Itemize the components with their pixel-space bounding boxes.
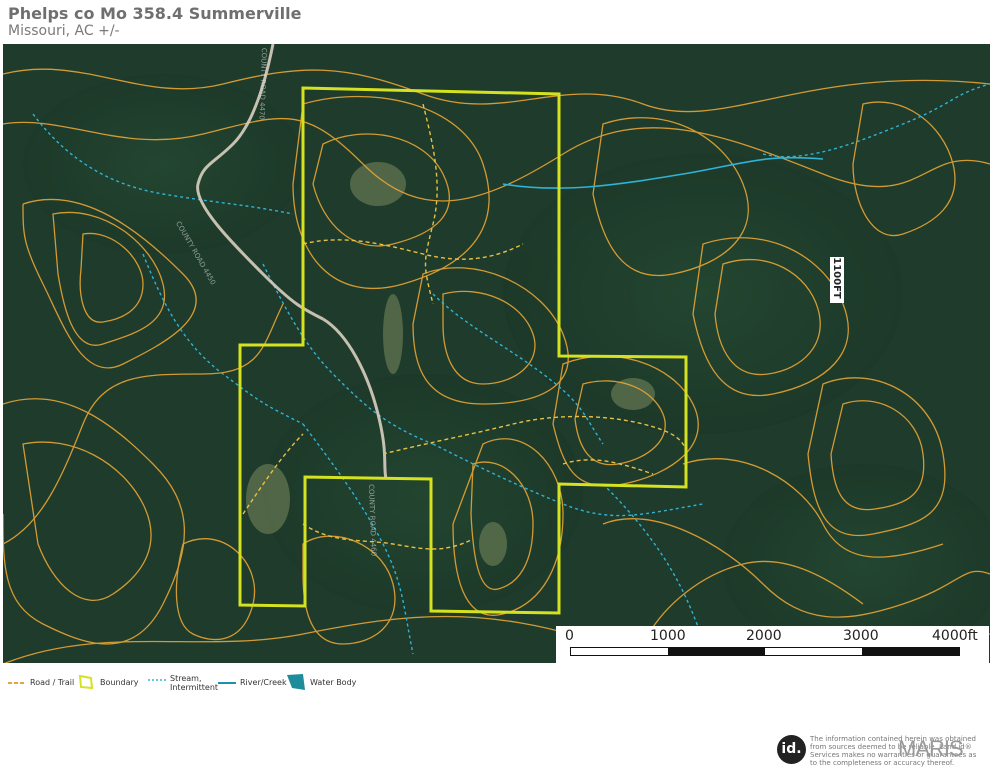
- scale-bar-segments: [570, 647, 960, 656]
- map-subtitle: Missouri, AC +/-: [8, 23, 120, 39]
- map-canvas: [3, 44, 990, 663]
- maris-watermark: MARIS: [898, 736, 964, 761]
- map-title: Phelps co Mo 358.4 Summerville: [8, 4, 302, 23]
- land-id-logo: id.: [777, 735, 806, 764]
- boundary-polygon-icon: [78, 674, 94, 690]
- aerial-map[interactable]: 1100FT COUNTY ROAD 4450 COUNTY ROAD 4460…: [3, 44, 990, 663]
- scale-label-0: 0: [565, 628, 574, 644]
- elevation-label: 1100FT: [831, 257, 842, 299]
- river-line-icon: [218, 682, 236, 684]
- scale-label-3000: 3000: [843, 628, 879, 644]
- scale-label-4000: 4000ft: [932, 628, 978, 644]
- scale-label-2000: 2000: [746, 628, 782, 644]
- dotted-stream-icon: [148, 679, 166, 681]
- dashed-line-icon: [8, 682, 26, 684]
- scale-bar: 0 1000 2000 3000 4000ft: [556, 626, 989, 663]
- scale-label-1000: 1000: [650, 628, 686, 644]
- water-body-icon: [287, 674, 305, 690]
